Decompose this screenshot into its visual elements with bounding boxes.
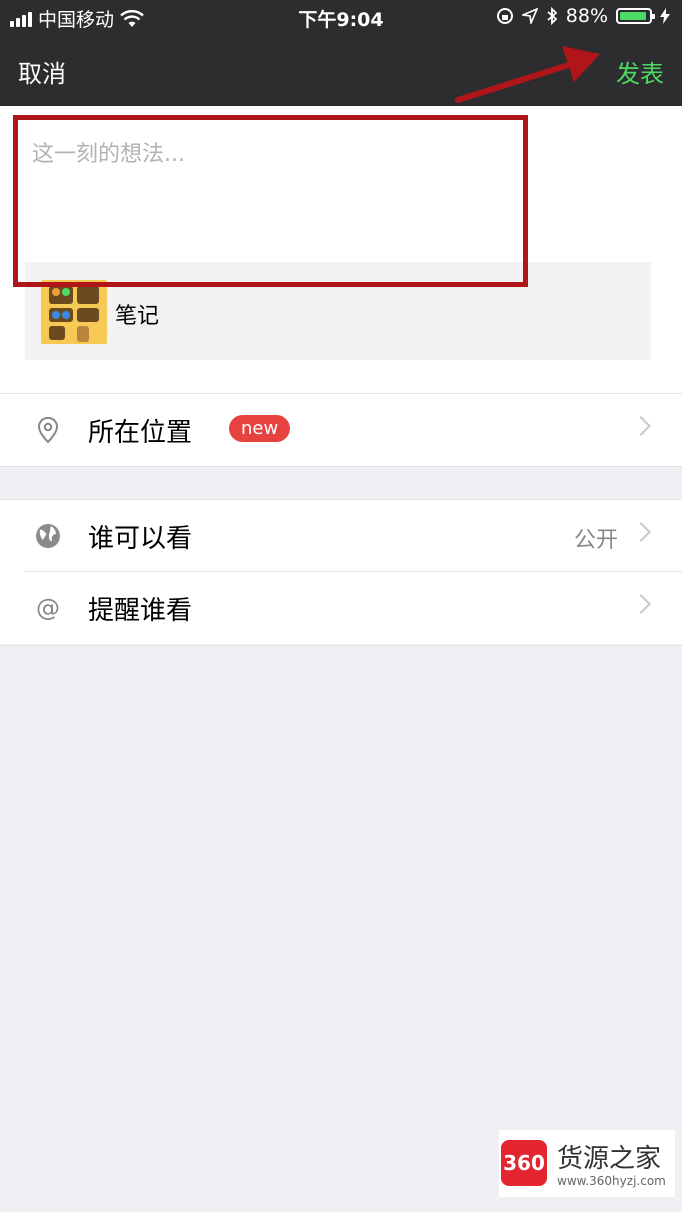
- cancel-button[interactable]: 取消: [18, 54, 66, 89]
- publish-button[interactable]: 发表: [616, 54, 664, 89]
- battery-icon: [616, 8, 655, 24]
- visibility-row[interactable]: 谁可以看 公开: [0, 500, 682, 572]
- separator: [0, 645, 682, 646]
- bluetooth-icon: [547, 7, 558, 25]
- status-right: 88%: [496, 5, 670, 27]
- visibility-value: 公开: [573, 528, 618, 553]
- remind-row[interactable]: @ 提醒谁看: [0, 572, 682, 644]
- visibility-label: 谁可以看: [88, 524, 193, 554]
- remind-label: 提醒谁看: [88, 596, 193, 626]
- svg-text:@: @: [36, 594, 60, 622]
- new-badge: new: [229, 415, 291, 442]
- watermark-url: www.360hyzj.com: [557, 1174, 666, 1188]
- globe-icon: [36, 524, 60, 548]
- location-label: 所在位置: [88, 418, 193, 448]
- status-bar: 中国移动 下午9:04 88%: [0, 0, 682, 36]
- highlight-box: [13, 115, 528, 287]
- separator: [0, 466, 682, 467]
- watermark: 360 货源之家 www.360hyzj.com: [499, 1130, 675, 1197]
- location-pin-icon: [37, 416, 59, 444]
- location-arrow-icon: [521, 8, 538, 24]
- watermark-logo: 360: [501, 1140, 547, 1186]
- battery-percent: 88%: [565, 5, 608, 27]
- orientation-lock-icon: [496, 8, 513, 24]
- charging-icon: [660, 8, 670, 24]
- annotation-arrow: [455, 46, 600, 103]
- chevron-right-icon: [631, 522, 651, 542]
- watermark-title: 货源之家: [557, 1144, 662, 1174]
- note-thumbnail: [41, 280, 107, 344]
- chevron-right-icon: [631, 594, 651, 614]
- at-sign-icon: @: [36, 594, 60, 622]
- chevron-right-icon: [631, 416, 651, 436]
- attachment-label: 笔记: [115, 304, 160, 329]
- location-row[interactable]: 所在位置 new: [0, 394, 682, 466]
